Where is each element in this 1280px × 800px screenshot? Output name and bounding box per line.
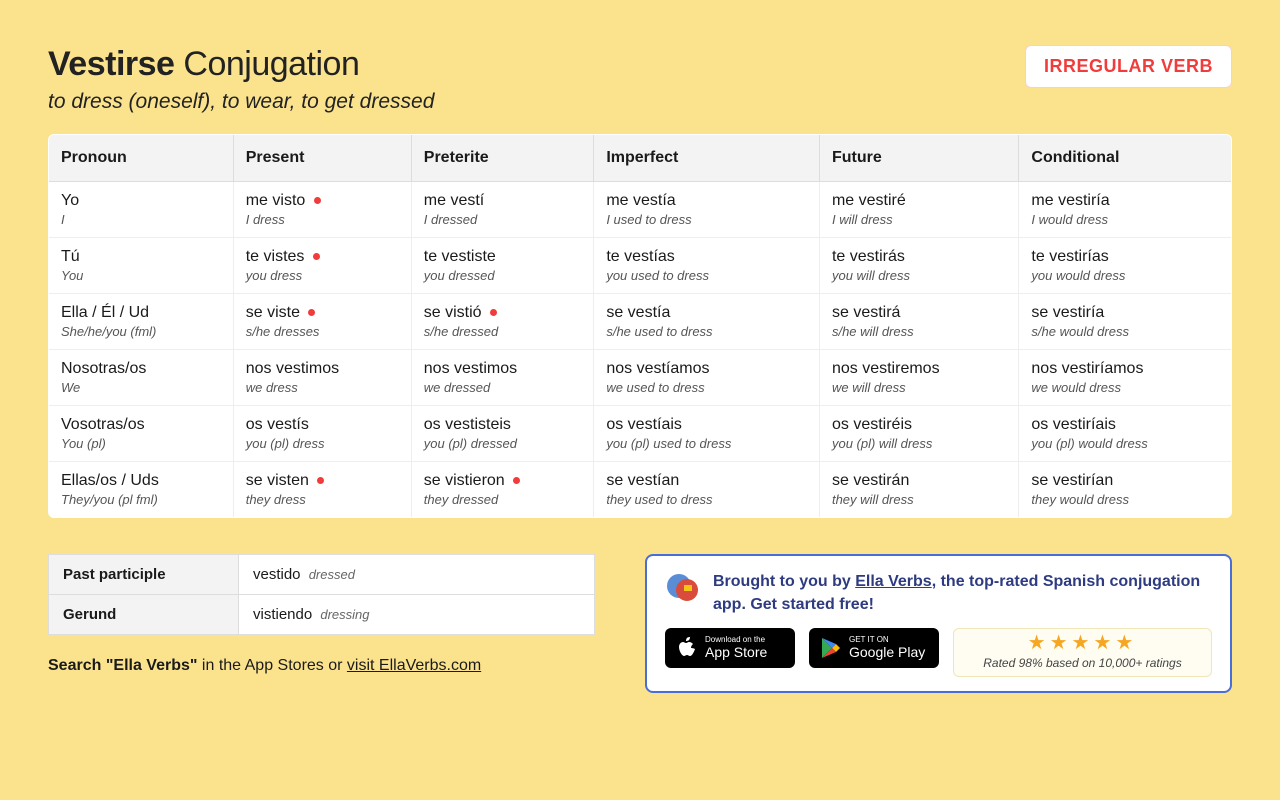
google-play-icon bbox=[821, 637, 841, 659]
irregular-dot-icon bbox=[314, 197, 321, 204]
gerund-label: Gerund bbox=[49, 595, 239, 635]
irregular-badge: IRREGULAR VERB bbox=[1025, 45, 1232, 88]
conjugation-cell: nos vestimos we dressed bbox=[411, 350, 594, 406]
rating-box: ★★★★★ Rated 98% based on 10,000+ ratings bbox=[953, 628, 1212, 677]
conjugation-cell: se vestiría s/he would dress bbox=[1019, 294, 1232, 350]
col-header: Present bbox=[233, 135, 411, 182]
conjugation-cell: se vestirán they will dress bbox=[819, 462, 1018, 518]
conjugation-cell: se vestirían they would dress bbox=[1019, 462, 1232, 518]
col-header: Conditional bbox=[1019, 135, 1232, 182]
conjugation-cell: nos vestimos we dress bbox=[233, 350, 411, 406]
irregular-dot-icon bbox=[313, 253, 320, 260]
table-row: TúYoute vistes you dresste vestiste you … bbox=[49, 238, 1232, 294]
irregular-dot-icon bbox=[308, 309, 315, 316]
conjugation-cell: os vestís you (pl) dress bbox=[233, 406, 411, 462]
gerund-value: vistiendo dressing bbox=[239, 595, 595, 635]
conjugation-cell: se vistió s/he dressed bbox=[411, 294, 594, 350]
pronoun-cell: Ellas/os / UdsThey/you (pl fml) bbox=[49, 462, 234, 518]
title-block: Vestirse Conjugation to dress (oneself),… bbox=[48, 45, 434, 114]
conjugation-cell: me visto I dress bbox=[233, 182, 411, 238]
col-header: Imperfect bbox=[594, 135, 820, 182]
pronoun-cell: Vosotras/osYou (pl) bbox=[49, 406, 234, 462]
conjugation-cell: se viste s/he dresses bbox=[233, 294, 411, 350]
table-row: Ellas/os / UdsThey/you (pl fml)se visten… bbox=[49, 462, 1232, 518]
conjugation-cell: te vestirías you would dress bbox=[1019, 238, 1232, 294]
table-row: Ella / Él / UdShe/he/you (fml)se viste s… bbox=[49, 294, 1232, 350]
past-participle-value: vestido dressed bbox=[239, 555, 595, 595]
search-note: Search "Ella Verbs" in the App Stores or… bbox=[48, 657, 595, 675]
promo-box: Brought to you by Ella Verbs, the top-ra… bbox=[645, 554, 1232, 693]
ella-verbs-link[interactable]: Ella Verbs bbox=[855, 573, 932, 590]
irregular-dot-icon bbox=[513, 477, 520, 484]
conjugation-cell: me vestiré I will dress bbox=[819, 182, 1018, 238]
conjugation-cell: os vestiréis you (pl) will dress bbox=[819, 406, 1018, 462]
pronoun-cell: YoI bbox=[49, 182, 234, 238]
col-header: Pronoun bbox=[49, 135, 234, 182]
conjugation-cell: se vestirá s/he will dress bbox=[819, 294, 1018, 350]
conjugation-cell: te vistes you dress bbox=[233, 238, 411, 294]
conjugation-cell: os vestisteis you (pl) dressed bbox=[411, 406, 594, 462]
promo-text: Brought to you by Ella Verbs, the top-ra… bbox=[713, 570, 1212, 616]
pronoun-cell: Nosotras/osWe bbox=[49, 350, 234, 406]
google-play-button[interactable]: GET IT ONGoogle Play bbox=[809, 628, 939, 668]
conjugation-cell: os vestíais you (pl) used to dress bbox=[594, 406, 820, 462]
star-icons: ★★★★★ bbox=[962, 633, 1203, 653]
conjugation-cell: me vestía I used to dress bbox=[594, 182, 820, 238]
table-row: Vosotras/osYou (pl)os vestís you (pl) dr… bbox=[49, 406, 1232, 462]
conjugation-cell: os vestiríais you (pl) would dress bbox=[1019, 406, 1232, 462]
ella-verbs-logo-icon bbox=[665, 570, 701, 606]
conjugation-cell: nos vestiremos we will dress bbox=[819, 350, 1018, 406]
conjugation-cell: me vestí I dressed bbox=[411, 182, 594, 238]
irregular-dot-icon bbox=[317, 477, 324, 484]
conjugation-cell: se vestía s/he used to dress bbox=[594, 294, 820, 350]
pronoun-cell: TúYou bbox=[49, 238, 234, 294]
conjugation-cell: te vestiste you dressed bbox=[411, 238, 594, 294]
apple-icon bbox=[677, 636, 697, 660]
app-store-button[interactable]: Download on theApp Store bbox=[665, 628, 795, 668]
col-header: Preterite bbox=[411, 135, 594, 182]
table-row: YoIme visto I dressme vestí I dressedme … bbox=[49, 182, 1232, 238]
conjugation-cell: te vestirás you will dress bbox=[819, 238, 1018, 294]
conjugation-table: PronounPresentPreteriteImperfectFutureCo… bbox=[48, 134, 1232, 518]
conjugation-cell: nos vestíamos we used to dress bbox=[594, 350, 820, 406]
conjugation-cell: te vestías you used to dress bbox=[594, 238, 820, 294]
pronoun-cell: Ella / Él / UdShe/he/you (fml) bbox=[49, 294, 234, 350]
col-header: Future bbox=[819, 135, 1018, 182]
verb-translation: to dress (oneself), to wear, to get dres… bbox=[48, 90, 434, 114]
conjugation-cell: se visten they dress bbox=[233, 462, 411, 518]
page-title: Vestirse Conjugation bbox=[48, 45, 434, 84]
irregular-dot-icon bbox=[490, 309, 497, 316]
conjugation-cell: me vestiría I would dress bbox=[1019, 182, 1232, 238]
conjugation-cell: nos vestiríamos we would dress bbox=[1019, 350, 1232, 406]
conjugation-cell: se vestían they used to dress bbox=[594, 462, 820, 518]
visit-link[interactable]: visit EllaVerbs.com bbox=[347, 657, 481, 674]
table-row: Nosotras/osWenos vestimos we dressnos ve… bbox=[49, 350, 1232, 406]
conjugation-cell: se vistieron they dressed bbox=[411, 462, 594, 518]
participle-table: Past participle vestido dressed Gerund v… bbox=[48, 554, 595, 635]
past-participle-label: Past participle bbox=[49, 555, 239, 595]
